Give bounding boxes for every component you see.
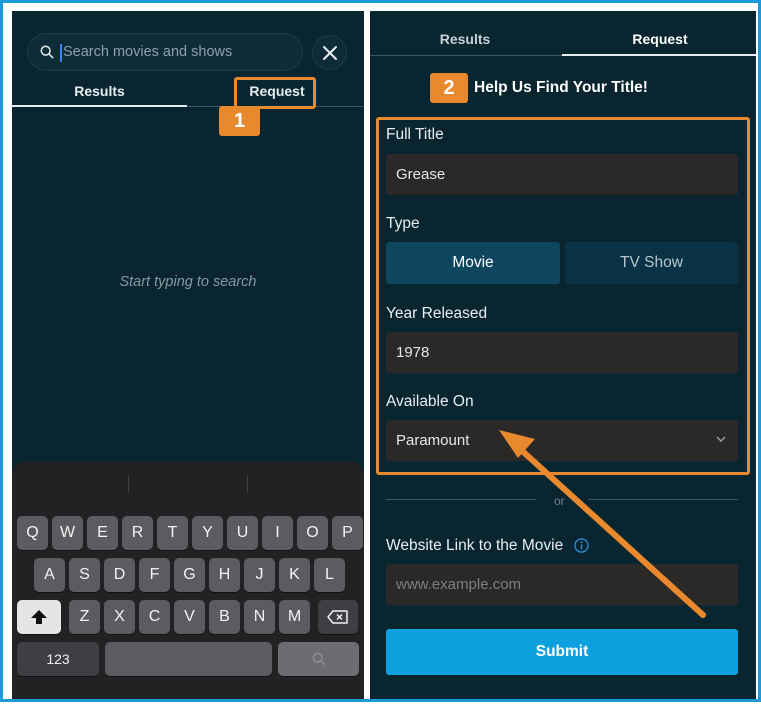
or-divider-right [588,499,738,500]
backspace-icon [327,610,348,624]
key-p[interactable]: P [332,516,363,550]
key-n[interactable]: N [244,600,275,634]
on-screen-keyboard: 123 QWERTYUIOP ASDFGHJKL ZXCVBNM [12,461,364,699]
key-w[interactable]: W [52,516,83,550]
search-key[interactable] [278,642,359,676]
key-a[interactable]: A [34,558,65,592]
close-icon [322,45,337,60]
website-link-field[interactable]: www.example.com [386,564,738,605]
key-d[interactable]: D [104,558,135,592]
tab-bar: Results Request [370,11,756,55]
info-icon[interactable] [573,538,589,553]
search-bar[interactable] [27,33,303,71]
active-tab-indicator [562,54,756,56]
suggestion-divider [128,475,129,493]
text-cursor [60,44,62,62]
shift-arrow-icon [31,610,47,624]
key-e[interactable]: E [87,516,118,550]
key-m[interactable]: M [279,600,310,634]
key-o[interactable]: O [297,516,328,550]
request-form-highlight [376,117,750,475]
form-heading: Help Us Find Your Title! [474,79,648,96]
space-key[interactable] [105,642,272,676]
search-icon [312,652,325,666]
key-u[interactable]: U [227,516,258,550]
key-x[interactable]: X [104,600,135,634]
key-i[interactable]: I [262,516,293,550]
tab-request[interactable]: Request [605,31,715,47]
key-q[interactable]: Q [17,516,48,550]
key-c[interactable]: C [139,600,170,634]
tab-results[interactable]: Results [410,31,520,47]
suggestion-divider [247,475,248,493]
key-s[interactable]: S [69,558,100,592]
key-z[interactable]: Z [69,600,100,634]
key-g[interactable]: G [174,558,205,592]
request-tab-highlight [234,77,316,109]
empty-state-message: Start typing to search [119,274,257,290]
numbers-key[interactable]: 123 [17,642,99,676]
key-r[interactable]: R [122,516,153,550]
tab-results[interactable]: Results [42,81,157,107]
key-f[interactable]: F [139,558,170,592]
search-icon [40,45,54,59]
or-divider-text: or [554,494,565,508]
key-l[interactable]: L [314,558,345,592]
key-t[interactable]: T [157,516,188,550]
tab-divider [370,55,562,56]
website-link-label-text: Website Link to the Movie [386,537,564,554]
key-j[interactable]: J [244,558,275,592]
key-b[interactable]: B [209,600,240,634]
shift-key[interactable] [17,600,61,634]
screenshot-frame: Results Request Start typing to search 1 [0,0,761,702]
key-v[interactable]: V [174,600,205,634]
key-k[interactable]: K [279,558,310,592]
or-divider-left [386,499,536,500]
website-link-label: Website Link to the Movie [386,537,589,555]
key-h[interactable]: H [209,558,240,592]
active-tab-indicator [12,105,187,107]
backspace-key[interactable] [318,600,358,634]
close-button[interactable] [312,35,347,70]
search-screen: Results Request Start typing to search 1 [12,11,364,699]
submit-button[interactable]: Submit [386,629,738,675]
step-2-badge: 2 [430,73,468,103]
search-input[interactable] [63,34,293,70]
step-1-badge: 1 [219,106,260,136]
key-y[interactable]: Y [192,516,223,550]
